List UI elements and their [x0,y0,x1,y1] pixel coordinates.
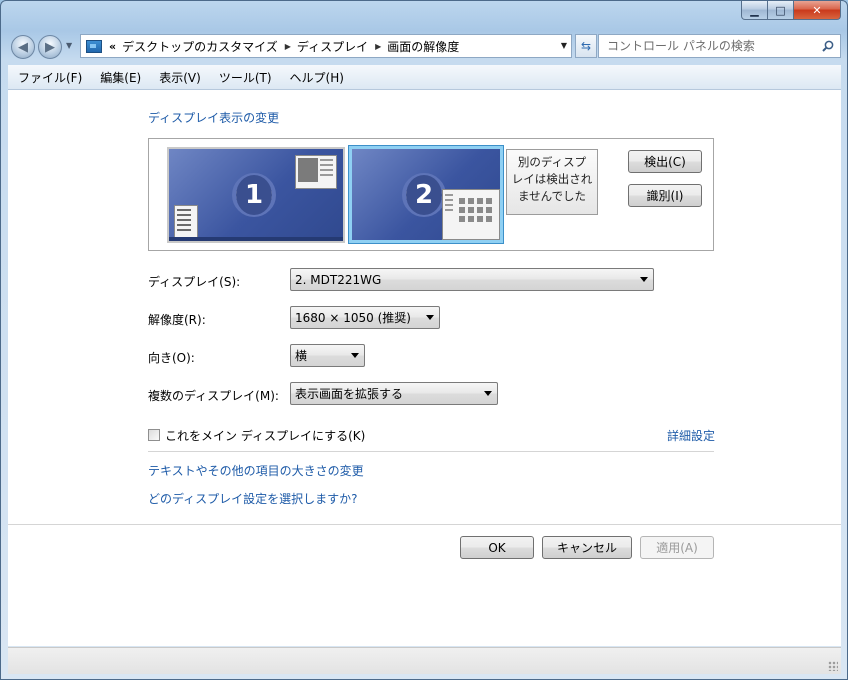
chevron-down-icon [640,277,648,282]
menu-tools[interactable]: ツール(T) [209,69,280,86]
advanced-settings-link[interactable]: 詳細設定 [667,427,715,444]
minimize-button[interactable]: ▁ [741,1,768,20]
window-thumbnail-icon [442,189,500,240]
arrow-left-icon: ◀ [18,39,28,55]
divider [148,451,714,452]
breadcrumb-item-customize[interactable]: デスクトップのカスタマイズ [122,38,278,55]
which-settings-link[interactable]: どのディスプレイ設定を選択しますか? [148,490,358,507]
sidebar-thumbnail-icon [174,205,198,239]
address-history-chevron-down-icon[interactable]: ▼ [561,41,567,50]
menu-help[interactable]: ヘルプ(H) [280,69,352,86]
maximize-button[interactable]: □ [768,1,794,20]
caption-buttons: ▁ □ ✕ [741,1,841,20]
refresh-button[interactable]: ⇆ [575,34,597,58]
resolution-label: 解像度(R): [148,313,206,327]
identify-button[interactable]: 識別(I) [628,184,702,207]
orientation-select[interactable]: 横 [290,344,365,367]
resize-grip-icon[interactable] [828,661,838,671]
cancel-button[interactable]: キャンセル [542,536,632,559]
search-input[interactable] [605,38,819,54]
undetected-display-notice: 別のディスプ レイは検出され ませんでした [506,149,598,215]
monitor-2-number: 2 [406,175,442,215]
menu-edit[interactable]: 編集(E) [90,69,149,86]
close-button[interactable]: ✕ [794,1,841,20]
breadcrumb-separator-icon[interactable]: ▶ [375,42,381,51]
monitor-1-number: 1 [236,175,272,215]
monitor-1[interactable]: 1 [167,147,345,243]
undetected-line-2: レイは検出され [511,172,593,186]
search-box[interactable] [598,34,841,58]
display-select[interactable]: 2. MDT221WG [290,268,654,291]
chevron-down-icon [426,315,434,320]
address-bar[interactable]: « デスクトップのカスタマイズ ▶ ディスプレイ ▶ 画面の解像度 ▼ [80,34,572,58]
resolution-select-value: 1680 × 1050 (推奨) [295,311,411,325]
breadcrumb-item-display[interactable]: ディスプレイ [297,38,368,55]
resolution-select[interactable]: 1680 × 1050 (推奨) [290,306,440,329]
apply-button: 適用(A) [640,536,714,559]
text-size-link[interactable]: テキストやその他の項目の大きさの変更 [148,462,364,479]
undetected-line-1: 別のディスプ [517,155,587,169]
display-select-value: 2. MDT221WG [295,272,382,287]
chevron-down-icon [484,391,492,396]
window-frame: ▁ □ ✕ ◀ ▶ ▼ « デスクトップのカスタマイズ ▶ ディスプレイ ▶ 画… [0,0,848,680]
taskbar-thumbnail [169,237,343,241]
breadcrumb-overflow[interactable]: « [109,40,116,53]
forward-button[interactable]: ▶ [38,35,62,59]
orientation-label: 向き(O): [148,351,195,365]
detect-button[interactable]: 検出(C) [628,150,702,173]
chevron-down-icon [351,353,359,358]
page-title: ディスプレイ表示の変更 [148,111,280,125]
orientation-select-value: 横 [295,349,308,363]
main-display-checkbox-label[interactable]: これをメイン ディスプレイにする(K) [165,427,365,444]
monitor-arrangement-panel[interactable]: 1 2 別のディスプ レイは検出され ませんでした 検出(C) 識別(I) [148,138,714,251]
refresh-icon: ⇆ [580,39,592,53]
display-label: ディスプレイ(S): [148,275,241,289]
window-thumbnail-icon [295,155,337,189]
ok-button[interactable]: OK [460,536,534,559]
multiple-displays-label: 複数のディスプレイ(M): [148,389,279,403]
monitor-1-number-badge: 1 [232,173,276,217]
recent-pages-chevron-down-icon[interactable]: ▼ [66,41,72,50]
menu-view[interactable]: 表示(V) [149,69,209,86]
multiple-displays-select[interactable]: 表示画面を拡張する [290,382,498,405]
content-area: ディスプレイ表示の変更 1 2 別のディスプ レイは検出され ませんでした 検出… [8,90,841,646]
main-display-checkbox[interactable] [148,429,160,441]
breadcrumb-item-resolution[interactable]: 画面の解像度 [387,38,459,55]
arrow-right-icon: ▶ [45,39,55,55]
divider [8,524,841,525]
status-bar [8,647,841,674]
breadcrumb-separator-icon[interactable]: ▶ [285,42,291,51]
back-button[interactable]: ◀ [11,35,35,59]
multiple-displays-select-value: 表示画面を拡張する [295,387,404,401]
menu-file[interactable]: ファイル(F) [8,69,90,86]
navigation-bar: ◀ ▶ ▼ « デスクトップのカスタマイズ ▶ ディスプレイ ▶ 画面の解像度 … [9,32,841,62]
monitor-2-number-badge: 2 [402,173,446,217]
menu-bar: ファイル(F) 編集(E) 表示(V) ツール(T) ヘルプ(H) [8,65,841,90]
search-icon[interactable] [822,40,834,52]
monitor-2[interactable]: 2 [349,146,503,243]
undetected-line-3: ませんでした [517,189,587,203]
control-panel-icon [86,39,102,53]
